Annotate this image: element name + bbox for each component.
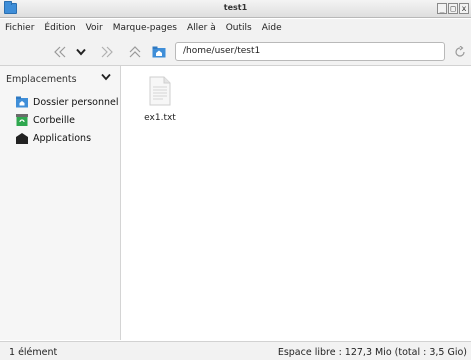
reload-icon[interactable] [452,44,468,60]
dropdown-chevron-icon[interactable] [73,44,89,60]
title-bar: test1 _ □ x [0,0,471,18]
file-name: ex1.txt [144,113,176,123]
home-folder-icon[interactable] [151,44,167,60]
chevron-down-icon[interactable] [101,71,111,84]
sidebar-item-applications[interactable]: Applications [16,131,91,145]
sidebar-item-corbeille[interactable]: Corbeille [16,113,75,127]
file-item[interactable]: ex1.txt [142,76,178,123]
sidebar-item-label: Applications [33,132,92,144]
parent-folder-icon[interactable] [127,44,143,60]
menu-voir[interactable]: Voir [81,23,108,33]
window-title: test1 [223,3,248,12]
free-space: Espace libre : 127,3 Mio (total : 3,5 Gi… [277,347,467,358]
close-button[interactable]: x [459,3,469,14]
maximize-button[interactable]: □ [448,3,458,14]
minimize-button[interactable]: _ [437,3,447,14]
sidebar-header[interactable]: Emplacements [6,74,77,85]
window-controls: _ □ x [437,3,469,14]
status-bar: 1 élément Espace libre : 127,3 Mio (tota… [0,341,471,360]
sidebar-item-label: Dossier personnel [33,96,119,108]
sidebar: Emplacements Dossier personnel Corbeille… [0,66,121,340]
text-file-icon [149,76,171,109]
item-count: 1 élément [9,347,58,358]
menu-outils[interactable]: Outils [221,23,257,33]
back-icon[interactable] [52,44,68,60]
menu-fichier[interactable]: Fichier [0,23,39,33]
menu-aide[interactable]: Aide [257,23,287,33]
menu-edition[interactable]: Édition [39,23,80,33]
menu-marque-pages[interactable]: Marque-pages [108,23,182,33]
forward-icon[interactable] [99,44,115,60]
location-field[interactable]: /home/user/test1 [175,42,445,61]
menu-bar: Fichier Édition Voir Marque-pages Aller … [0,19,471,37]
toolbar: /home/user/test1 [0,37,471,66]
trash-icon [16,114,28,126]
file-view[interactable]: ex1.txt [122,66,471,340]
menu-aller-a[interactable]: Aller à [182,23,221,33]
applications-icon [16,132,28,144]
sidebar-item-label: Corbeille [33,114,75,126]
sidebar-item-dossier-personnel[interactable]: Dossier personnel [16,95,119,109]
home-folder-icon [16,96,28,108]
